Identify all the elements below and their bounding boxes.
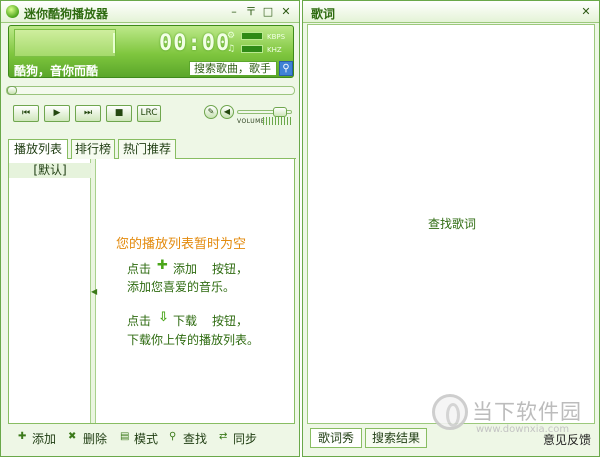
tab-hot[interactable]: 热门推荐 (118, 139, 176, 159)
empty-playlist-title: 您的播放列表暂时为空 (116, 237, 247, 252)
volume-label: VOLUME (237, 118, 266, 125)
delete-button[interactable]: 删除 (83, 430, 107, 447)
hint-click-add: 点击 (127, 262, 152, 276)
find-icon: ⚲ (169, 431, 177, 442)
stop-button[interactable]: ■ (106, 105, 132, 122)
song-title: 酷狗，音你而酷 (14, 64, 99, 78)
add-button[interactable]: 添加 (32, 430, 56, 447)
volume-ticks (263, 117, 293, 125)
close-button[interactable]: ✕ (279, 5, 293, 19)
watermark-url: www.downxia.com (476, 424, 570, 435)
tab-search-results[interactable]: 搜索结果 (365, 428, 427, 448)
add-icon: ✚ (18, 431, 27, 442)
bitrate-icon: ⚙ (227, 31, 236, 41)
display-panel: 00:00 ⚙ ♫ KBPS KHZ 酷狗，音你而酷 搜索歌曲，歌手 ⚲ (8, 25, 294, 78)
hint-download-label: 下载 (173, 314, 198, 328)
time-display: 00:00 (159, 31, 231, 56)
kbps-label: KBPS (267, 33, 286, 41)
hint-add-desc: 添加您喜爱的音乐。 (127, 280, 236, 294)
samplerate-icon: ♫ (227, 44, 236, 54)
player-titlebar[interactable]: 迷你酷狗播放器 – 〒 □ ✕ (1, 1, 299, 23)
edit-icon[interactable]: ✎ (204, 105, 218, 119)
tab-playlist[interactable]: 播放列表 (8, 139, 68, 160)
app-title: 迷你酷狗播放器 (24, 7, 109, 21)
tab-charts[interactable]: 排行榜 (71, 139, 115, 159)
add-plus-icon: ✚ (157, 258, 168, 273)
lrc-button[interactable]: LRC (137, 105, 161, 122)
delete-icon: ✖ (68, 431, 77, 442)
lyrics-close-button[interactable]: ✕ (579, 5, 593, 19)
playlist-list: [默认] (9, 159, 91, 423)
playlist-tabs: 播放列表 排行榜 热门推荐 (8, 139, 296, 160)
playlist-panel: [默认] ◀ 您的播放列表暂时为空 点击 ✚ 添加 按钮， 添加您喜爱的音乐。 … (8, 159, 295, 424)
find-lyrics-link[interactable]: 查找歌词 (308, 215, 596, 232)
mode-icon: ▤ (120, 431, 130, 442)
lyrics-panel: 查找歌词 (307, 24, 595, 424)
khz-label: KHZ (267, 46, 282, 54)
playlist-default-item[interactable]: [默认] (9, 163, 91, 178)
find-button[interactable]: 查找 (183, 430, 207, 447)
bottom-toolbar: ✚ 添加 ✖ 删除 ▤ 模式 ⚲ 查找 ⇄ 同步 (8, 426, 295, 448)
progress-knob[interactable] (7, 86, 17, 95)
volume-icon[interactable]: ◀ (220, 105, 234, 119)
panel-splitter[interactable]: ◀ (91, 159, 97, 423)
sync-icon: ⇄ (219, 431, 228, 442)
sync-button[interactable]: 同步 (233, 430, 257, 447)
kbps-value (241, 32, 263, 40)
lyrics-title: 歌词 (311, 7, 336, 21)
volume-knob[interactable] (273, 107, 287, 117)
options-button[interactable]: 〒 (244, 5, 258, 19)
watermark-text: 当下软件园 (472, 400, 582, 424)
tab-lyrics-show[interactable]: 歌词秀 (310, 428, 362, 448)
volume-slider[interactable] (237, 107, 292, 117)
restore-button[interactable]: □ (261, 5, 275, 19)
player-window: 迷你酷狗播放器 – 〒 □ ✕ 00:00 ⚙ ♫ KBPS KHZ 酷狗，音你… (0, 0, 300, 457)
minimize-button[interactable]: – (227, 5, 241, 19)
download-arrow-icon: ⇩ (158, 310, 169, 325)
progress-slider[interactable] (6, 86, 295, 95)
hint-click-download: 点击 (127, 314, 152, 328)
mode-button[interactable]: 模式 (134, 430, 158, 447)
collapse-arrow-icon[interactable]: ◀ (91, 287, 97, 296)
search-input[interactable]: 搜索歌曲，歌手 (189, 61, 277, 76)
kugou-logo-icon (6, 5, 19, 18)
hint-add-label: 添加 (173, 262, 198, 276)
lyrics-titlebar[interactable]: 歌词 ✕ (303, 1, 599, 23)
next-button[interactable]: ⏭ (75, 105, 101, 122)
play-button[interactable]: ▶ (44, 105, 70, 122)
visualizer-screen (14, 29, 116, 57)
khz-value (241, 45, 263, 53)
hint-download-desc: 下载你上传的播放列表。 (127, 333, 260, 347)
prev-button[interactable]: ⏮ (13, 105, 39, 122)
hint-add-suffix: 按钮， (212, 262, 249, 276)
search-icon[interactable]: ⚲ (279, 61, 293, 76)
lyrics-window: 歌词 ✕ 查找歌词 歌词秀 搜索结果 意见反馈 (302, 0, 600, 457)
hint-download-suffix: 按钮， (212, 314, 249, 328)
watermark-logo-icon (432, 394, 468, 430)
